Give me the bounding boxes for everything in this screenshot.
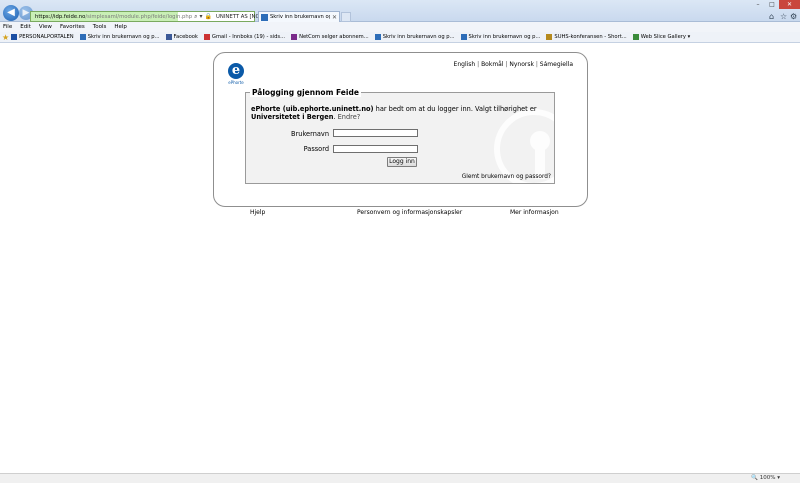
forgot-credentials-link[interactable]: Glemt brukernavn og passord?	[462, 174, 551, 180]
favorite-label: Skriv inn brukernavn og p...	[87, 34, 160, 40]
favorite-link[interactable]: PERSONALPORTALEN	[11, 34, 74, 40]
tab-favicon-icon	[261, 13, 268, 21]
footer-more-info-link[interactable]: Mer informasjon	[510, 209, 559, 216]
change-org-link[interactable]: Endre?	[338, 113, 361, 121]
favorites-star-icon[interactable]: ★	[2, 33, 9, 42]
password-label: Passord	[303, 145, 329, 153]
intro-body: har bedt om at du logger inn. Valgt tilh…	[373, 105, 537, 113]
web-slice-gallery[interactable]: Web Slice Gallery ▾	[632, 34, 691, 40]
favorite-link[interactable]: Skriv inn brukernavn og p...	[374, 34, 455, 40]
username-label: Brukernavn	[291, 130, 329, 138]
tab-title: Skriv inn brukernavn og pas...	[270, 14, 330, 20]
favorite-label: Gmail - Innboks (19) - sids...	[211, 34, 286, 40]
menu-edit[interactable]: Edit	[20, 24, 31, 30]
login-page-container: e ePhorte English | Bokmål | Nynorsk | S…	[213, 52, 588, 207]
favorite-link[interactable]: Facebook	[165, 34, 198, 40]
favorite-icon	[546, 34, 553, 40]
browser-titlebar: ◀ ▶ https://idp.feide.no/simplesaml/modu…	[0, 0, 800, 22]
window-close-icon[interactable]: ✕	[779, 0, 800, 9]
menu-file[interactable]: File	[3, 24, 12, 30]
login-button[interactable]: Logg inn	[387, 157, 417, 167]
password-input[interactable]	[333, 145, 418, 153]
logo-text: ePhorte	[228, 80, 244, 85]
logo-mark: e	[228, 63, 244, 79]
footer-privacy-link[interactable]: Personvern og informasjonskapsler	[357, 209, 462, 216]
menu-bar: File Edit View Favorites Tools Help	[0, 22, 800, 32]
lock-icon[interactable]: 🔒	[205, 13, 212, 20]
favorite-label: Skriv inn brukernavn og p...	[468, 34, 541, 40]
menu-help[interactable]: Help	[114, 24, 127, 30]
facebook-icon	[165, 34, 172, 40]
status-bar: 🔍 100% ▾	[0, 473, 800, 483]
favorite-link[interactable]: Skriv inn brukernavn og p...	[460, 34, 541, 40]
close-icon[interactable]: ✕	[330, 14, 339, 21]
favorites-bar: ★ PERSONALPORTALEN Skriv inn brukernavn …	[0, 32, 800, 43]
favorite-icon	[460, 34, 467, 40]
zoom-icon: 🔍	[751, 475, 758, 481]
login-intro-text: ePhorte (uib.ephorte.uninett.no) har bed…	[251, 105, 537, 122]
lang-nynorsk[interactable]: Nynorsk	[509, 61, 534, 68]
menu-view[interactable]: View	[39, 24, 52, 30]
address-bar[interactable]: https://idp.feide.no/simplesaml/module.p…	[30, 11, 283, 22]
zoom-level[interactable]: 🔍 100% ▾	[751, 475, 780, 481]
favorite-label: SUHS-konferansen - Short...	[554, 34, 627, 40]
minimize-icon[interactable]: –	[751, 0, 765, 9]
favorite-link[interactable]: Gmail - Innboks (19) - sids...	[203, 34, 286, 40]
login-legend: Pålogging gjennom Feide	[250, 88, 361, 97]
favorite-link[interactable]: NetCom selger abonnem...	[291, 34, 369, 40]
lang-bokmal[interactable]: Bokmål	[481, 61, 503, 68]
certificate-label[interactable]: UNINETT AS [NO]	[216, 14, 262, 20]
language-selector: English | Bokmål | Nynorsk | Sámegiella	[453, 61, 573, 68]
web-slice-icon	[632, 34, 639, 40]
favorite-icon	[11, 34, 18, 40]
service-name: ePhorte (uib.ephorte.uninett.no)	[251, 105, 374, 113]
favorite-icon	[79, 34, 86, 40]
organization-name: Universitetet i Bergen	[251, 113, 334, 122]
zoom-value: 100%	[759, 475, 776, 481]
favorite-icon	[291, 34, 298, 40]
footer-help-link[interactable]: Hjelp	[250, 209, 265, 216]
favorite-label: Web Slice Gallery ▾	[640, 34, 691, 40]
favorite-link[interactable]: Skriv inn brukernavn og p...	[79, 34, 160, 40]
back-arrow-icon[interactable]: ◀	[3, 5, 19, 21]
lang-sami[interactable]: Sámegiella	[540, 61, 573, 68]
dropdown-icon[interactable]: ▾	[200, 13, 203, 20]
favorites-star-icon[interactable]: ☆	[780, 12, 787, 21]
gmail-icon	[203, 34, 210, 40]
menu-favorites[interactable]: Favorites	[60, 24, 85, 30]
lang-english[interactable]: English	[454, 61, 476, 68]
gear-icon[interactable]: ⚙	[790, 12, 797, 21]
username-input[interactable]	[333, 129, 418, 137]
login-fieldset: ePhorte (uib.ephorte.uninett.no) har bed…	[245, 92, 555, 184]
favorite-label: Facebook	[173, 34, 198, 40]
browser-tab[interactable]: Skriv inn brukernavn og pas... ✕	[258, 11, 340, 22]
ephorte-logo: e ePhorte	[226, 63, 246, 91]
favorite-label: NetCom selger abonnem...	[299, 34, 369, 40]
favorite-link[interactable]: SUHS-konferansen - Short...	[546, 34, 627, 40]
maximize-icon[interactable]: □	[765, 0, 779, 9]
search-icon[interactable]: ⌕	[194, 13, 197, 21]
new-tab-button[interactable]	[341, 12, 351, 22]
url-path: /simplesaml/module.php/feide/login.php	[85, 13, 193, 20]
menu-tools[interactable]: Tools	[93, 24, 107, 30]
favorite-icon	[374, 34, 381, 40]
favorite-label: PERSONALPORTALEN	[19, 34, 74, 40]
url-domain: https://idp.feide.no	[35, 13, 86, 20]
url-text[interactable]: https://idp.feide.no/simplesaml/module.p…	[35, 14, 192, 20]
home-icon[interactable]: ⌂	[769, 12, 774, 21]
favorite-label: Skriv inn brukernavn og p...	[382, 34, 455, 40]
